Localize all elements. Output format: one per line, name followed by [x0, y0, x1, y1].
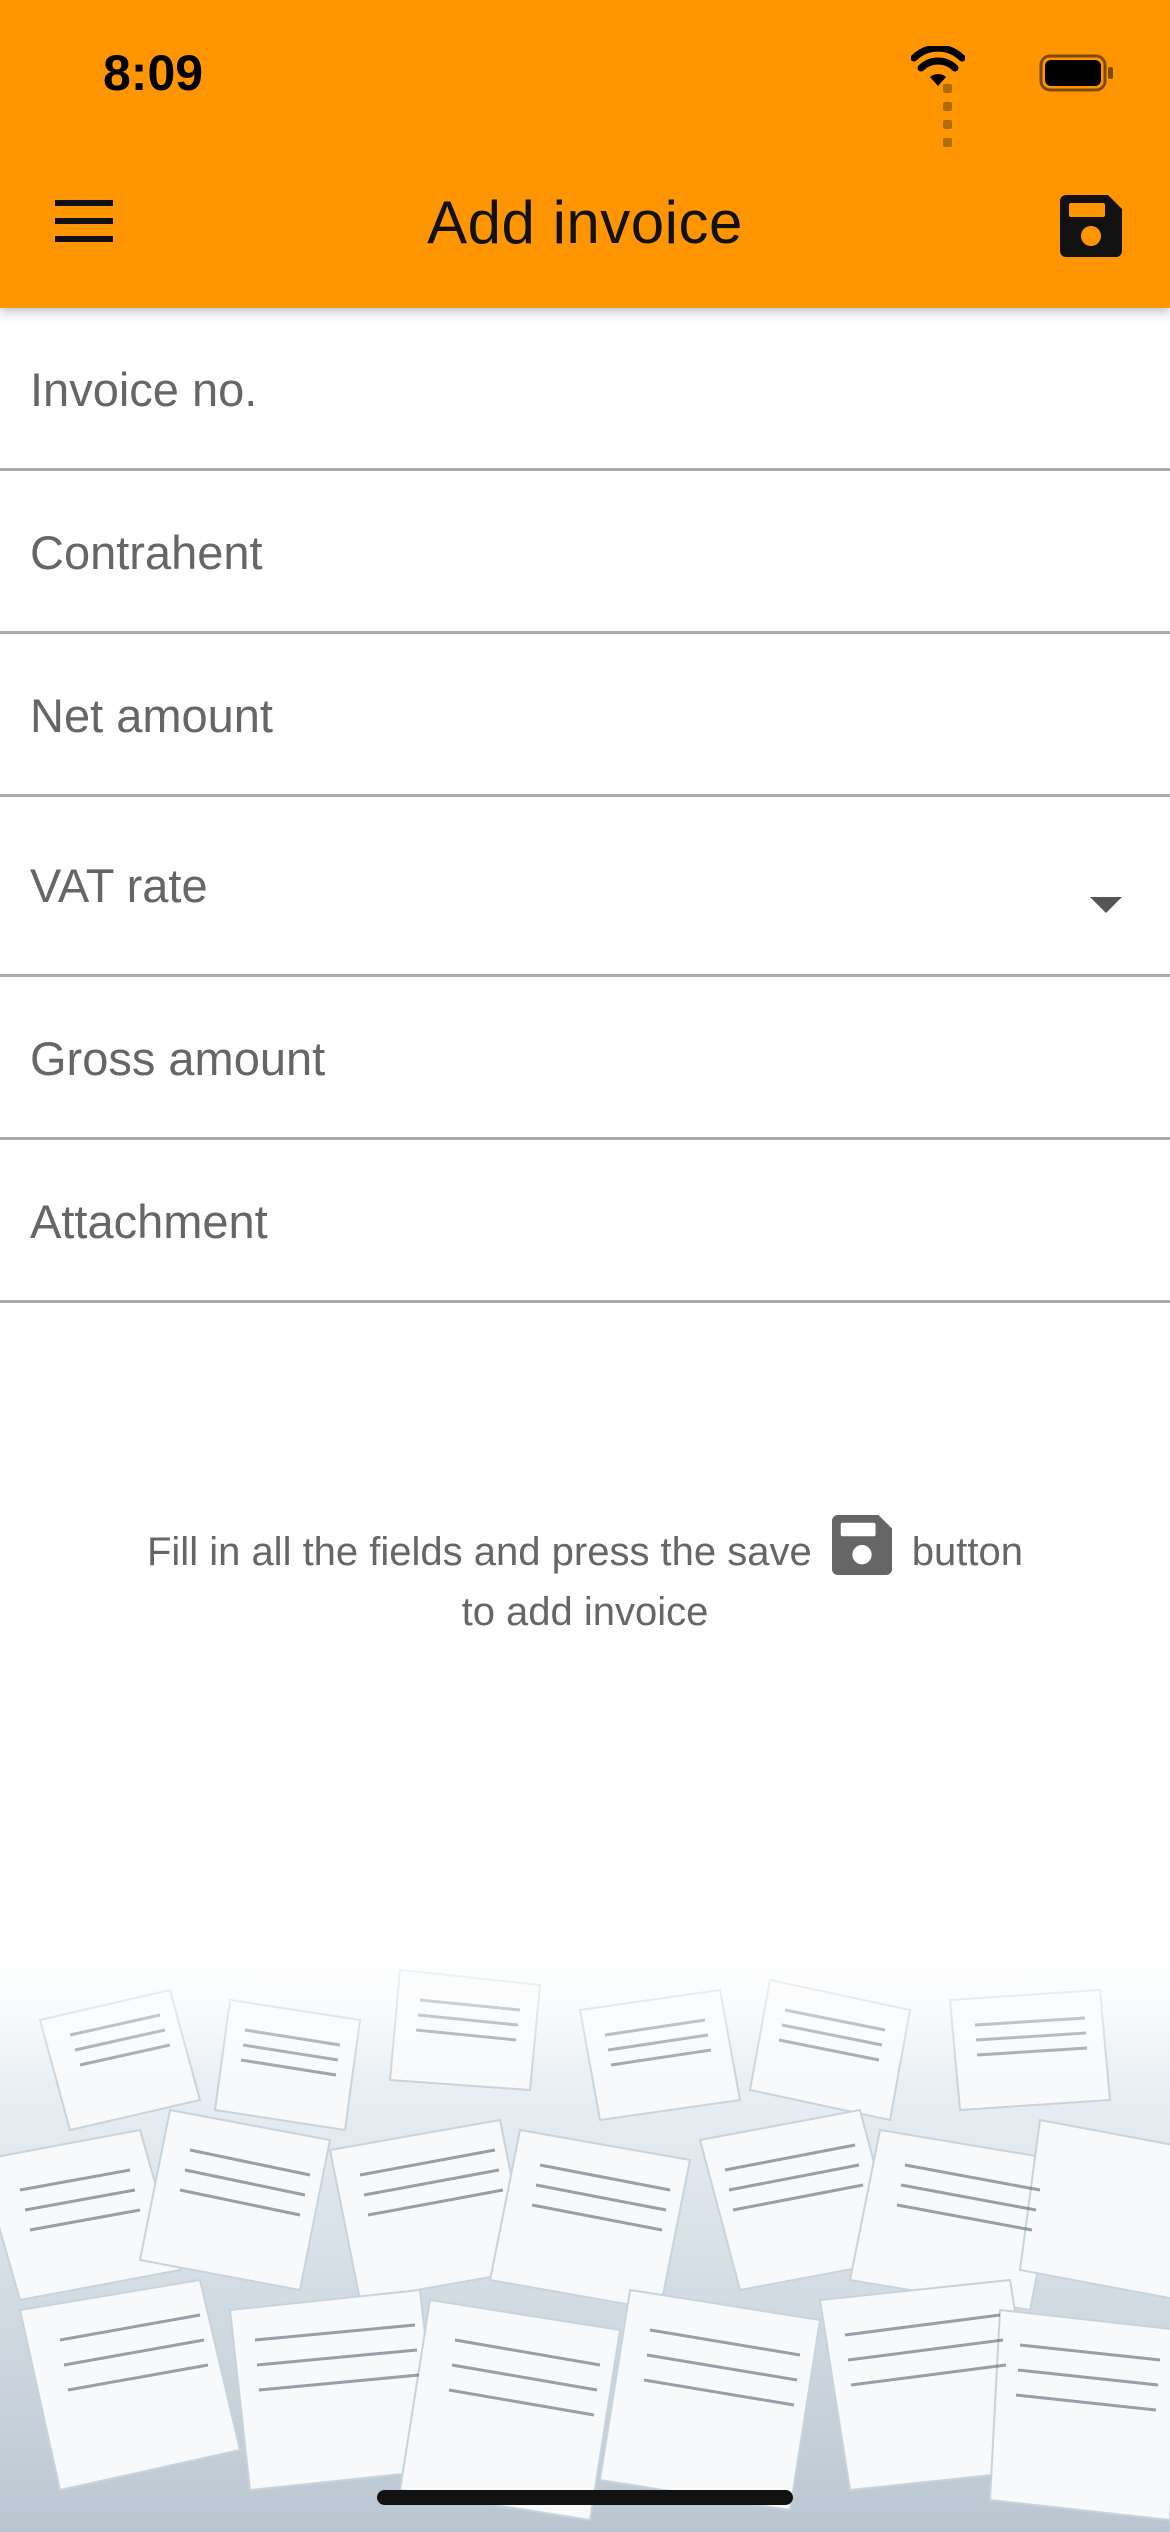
invoice-no-input[interactable] [30, 308, 1110, 471]
attachment-input[interactable] [30, 1140, 1110, 1303]
net-amount-field-row [0, 634, 1170, 797]
page-title: Add invoice [427, 189, 743, 256]
contrahent-field-row [0, 471, 1170, 634]
status-time: 8:09 [103, 45, 204, 101]
floppy-disk-save-icon [1060, 195, 1122, 257]
save-button[interactable] [1060, 195, 1122, 257]
chevron-down-icon [1090, 897, 1122, 913]
invoice-no-field-row [0, 308, 1170, 471]
battery-icon [1039, 54, 1115, 97]
hint-line-1: Fill in all the fields and press the sav… [0, 1515, 1170, 1582]
hint-line-2: to add invoice [461, 1590, 709, 1634]
scattered-papers-illustration [0, 1930, 1170, 2532]
gross-amount-field-row [0, 977, 1170, 1140]
gross-amount-input[interactable] [30, 977, 1110, 1140]
contrahent-input[interactable] [30, 471, 1110, 634]
attachment-field-row [0, 1140, 1170, 1303]
wifi-icon [910, 44, 966, 93]
invoice-form: VAT rate [0, 308, 1170, 1303]
hint-text: Fill in all the fields and press the sav… [0, 1515, 1170, 1642]
home-indicator[interactable] [377, 2490, 793, 2505]
floppy-disk-save-icon [831, 1515, 892, 1575]
app-header: 8:09 Add invoice [0, 0, 1170, 308]
vat-rate-label: VAT rate [30, 859, 208, 912]
net-amount-input[interactable] [30, 634, 1110, 797]
vat-rate-select[interactable]: VAT rate [0, 797, 1170, 977]
